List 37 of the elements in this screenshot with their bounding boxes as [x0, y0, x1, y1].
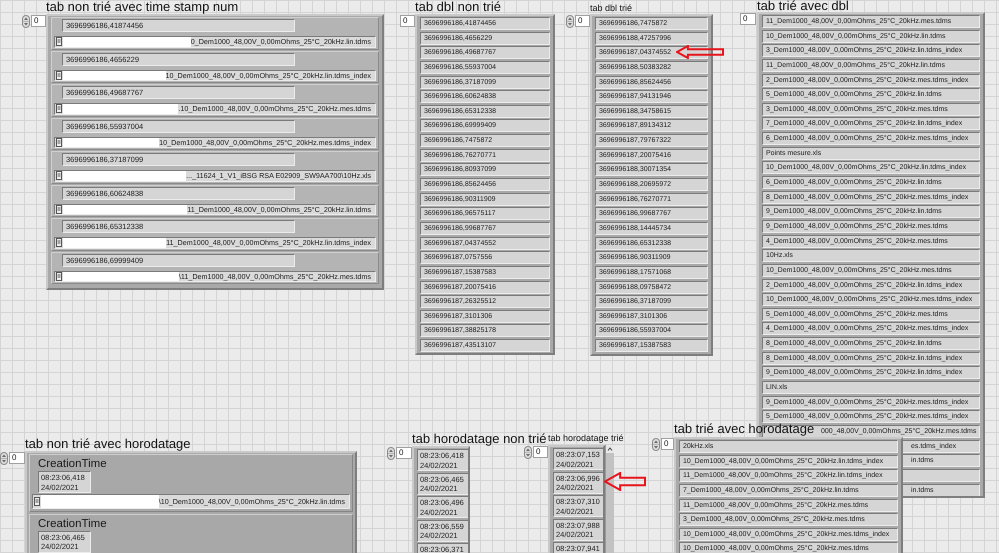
- index-field[interactable]: 0: [661, 438, 674, 450]
- field-label: CreationTime: [38, 516, 107, 531]
- scroll-up-icon[interactable]: [606, 445, 614, 453]
- array-label: tab trié avec dbl: [757, 0, 849, 12]
- path-icon: [56, 70, 62, 80]
- path-icon: [56, 204, 62, 214]
- pointer-arrow: [676, 45, 724, 59]
- array-label: tab horodatage non trié: [412, 431, 546, 446]
- index-spinner[interactable]: [387, 447, 395, 460]
- index-spinner[interactable]: [566, 15, 574, 28]
- path-icon: [56, 171, 62, 180]
- path-icon: [56, 104, 62, 114]
- index-field[interactable]: 0: [533, 446, 548, 458]
- path-icon: [56, 37, 62, 46]
- array-label: tab dbl trié: [590, 2, 632, 14]
- path-icon: [56, 138, 62, 147]
- pointer-arrow: [604, 472, 646, 491]
- index-spinner[interactable]: [22, 15, 30, 28]
- array-label: tab non trié avec time stamp num: [46, 0, 238, 14]
- path-icon: [56, 238, 62, 248]
- index-spinner[interactable]: [0, 452, 8, 465]
- array-label: tab dbl non trié: [415, 0, 502, 14]
- field-label: CreationTime: [38, 457, 107, 471]
- path-icon: [56, 272, 62, 281]
- index-spinner[interactable]: [652, 438, 660, 451]
- index-field[interactable]: 0: [396, 447, 412, 459]
- path-icon: [34, 497, 40, 506]
- index-field[interactable]: 0: [400, 15, 415, 27]
- index-field[interactable]: 0: [740, 13, 756, 25]
- array-label: tab horodatage trié: [548, 432, 624, 445]
- array-label: tab non trié avec horodatage: [25, 436, 191, 451]
- array-label: tab trié avec horodatage: [674, 421, 814, 437]
- index-field[interactable]: 0: [575, 15, 590, 27]
- index-field[interactable]: 0: [31, 15, 46, 27]
- scrollbar[interactable]: [605, 445, 614, 553]
- index-field[interactable]: 0: [9, 452, 25, 464]
- index-spinner[interactable]: [524, 446, 532, 459]
